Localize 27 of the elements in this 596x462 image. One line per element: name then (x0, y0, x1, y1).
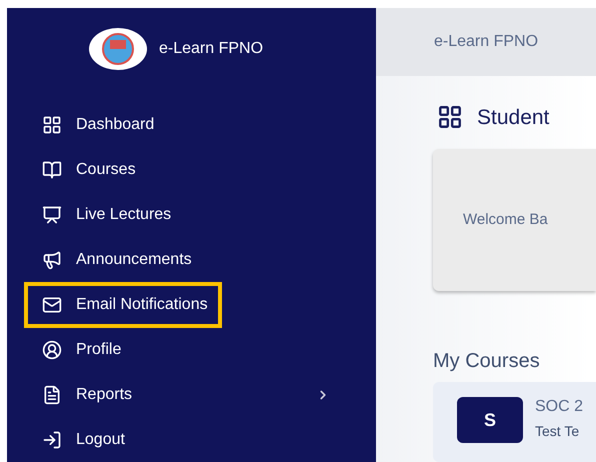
sidebar-item[interactable]: Courses (24, 146, 150, 192)
document-icon (42, 384, 62, 404)
sidebar-item[interactable]: Announcements (24, 236, 206, 282)
course-teacher: Test Te (535, 422, 580, 441)
sidebar-item[interactable]: Profile (24, 326, 136, 372)
presentation-board-icon (42, 204, 62, 224)
sidebar-item[interactable]: Live Lectures (24, 192, 186, 238)
course-code: SOC 2 (535, 397, 584, 417)
sidebar-item[interactable]: Reports (24, 372, 344, 418)
course-card[interactable]: S SOC 2 Test Te (433, 382, 596, 462)
brand-name: e-Learn FPNO (159, 39, 264, 59)
sidebar-item[interactable]: Logout (24, 416, 139, 462)
logo-icon (89, 28, 147, 70)
page-title: Student (477, 104, 550, 130)
section-title: My Courses (433, 349, 540, 374)
header-title: e-Learn FPNO (434, 32, 538, 52)
sidebar-item[interactable]: Email Notifications (24, 282, 222, 328)
welcome-text: Welcome Ba (463, 210, 548, 230)
sidebar-item[interactable]: Dashboard (24, 102, 168, 148)
course-avatar: S (457, 397, 523, 443)
grid-icon (42, 114, 62, 134)
grid-icon (437, 104, 463, 130)
envelope-icon (42, 294, 62, 314)
logout-icon (42, 430, 62, 450)
megaphone-icon (42, 250, 62, 270)
book-icon (42, 160, 62, 180)
user-circle-icon (42, 340, 62, 360)
